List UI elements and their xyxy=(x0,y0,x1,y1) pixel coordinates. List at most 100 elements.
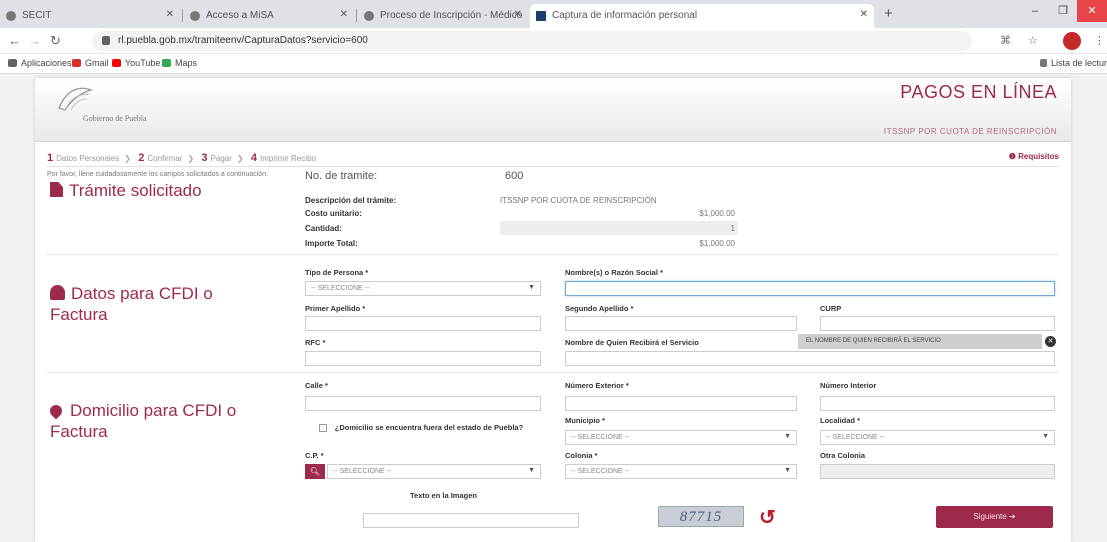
rfc-input[interactable] xyxy=(305,351,541,366)
quien-recibira-input[interactable] xyxy=(565,351,1055,366)
forward-arrow-icon[interactable]: → xyxy=(28,33,41,48)
numero-interior-input[interactable] xyxy=(820,396,1055,411)
otra-colonia-label: Otra Colonia xyxy=(820,451,866,460)
tab-title: SECIT xyxy=(22,10,52,21)
fuera-estado-checkbox[interactable] xyxy=(319,424,327,432)
cp-search-button[interactable]: 🔍︎ xyxy=(305,464,325,479)
otra-colonia-input xyxy=(820,464,1055,479)
tab-title: Acceso a MiSA xyxy=(206,10,274,21)
profile-avatar-icon[interactable] xyxy=(1063,32,1081,50)
lock-icon xyxy=(102,36,110,45)
browser-tab-active[interactable]: Captura de información personal ✕ xyxy=(530,4,874,28)
reading-list[interactable]: Lista de lectura xyxy=(1040,58,1107,68)
costo-unitario-label: Costo unitario: xyxy=(305,209,362,218)
star-icon[interactable]: ☆ xyxy=(1028,34,1038,47)
map-marker-icon xyxy=(47,402,65,420)
cp-label: C.P. * xyxy=(305,451,324,460)
chevron-right-icon: ❯ xyxy=(124,154,131,163)
reload-icon[interactable]: ↻ xyxy=(50,33,61,49)
step-item: 1 Datos Personales xyxy=(47,152,120,164)
step-item: 4 Imprimir Recibo xyxy=(250,152,316,164)
new-tab-button[interactable]: + xyxy=(884,5,893,22)
cantidad-value: 1 xyxy=(730,224,735,233)
siguiente-button[interactable]: Siguiente ➔ xyxy=(936,506,1053,528)
primer-apellido-input[interactable] xyxy=(305,316,541,331)
tab-close-icon[interactable]: ✕ xyxy=(166,9,174,20)
browser-toolbar: ← → ↻ rl.puebla.gob.mx/tramiteenv/Captur… xyxy=(0,28,1107,54)
minimize-button[interactable]: – xyxy=(1020,0,1050,22)
tab-close-icon[interactable]: ✕ xyxy=(860,9,868,20)
costo-unitario-value: $1,000.00 xyxy=(699,209,735,218)
tab-separator xyxy=(182,9,183,22)
curp-label: CURP xyxy=(820,304,842,313)
chevron-down-icon: ▼ xyxy=(528,284,535,291)
user-icon xyxy=(50,285,65,300)
browser-tab-bar: SECIT ✕ Acceso a MiSA ✕ Proceso de Inscr… xyxy=(0,0,1107,28)
tab-favicon-icon xyxy=(190,11,200,21)
refresh-captcha-icon[interactable]: ↺ xyxy=(759,505,776,530)
importe-total-label: Importe Total: xyxy=(305,239,358,248)
apps-grid-icon xyxy=(8,59,17,67)
primer-apellido-label: Primer Apellido * xyxy=(305,304,366,313)
requisitos-link[interactable]: ❶ Requisitos xyxy=(1009,152,1059,161)
captcha-input[interactable] xyxy=(363,513,579,528)
municipio-label: Municipio * xyxy=(565,416,605,425)
steps-divider xyxy=(47,166,1059,167)
cantidad-label: Cantidad: xyxy=(305,224,342,233)
numero-exterior-label: Número Exterior * xyxy=(565,381,629,390)
section-title-domicilio: Domicilio para CFDI o Factura xyxy=(47,400,280,442)
bookmark-maps[interactable]: Maps xyxy=(162,58,197,68)
menu-kebab-icon[interactable]: ⋮ xyxy=(1094,34,1105,47)
bookmark-youtube[interactable]: YouTube xyxy=(112,58,160,68)
search-icon: 🔍︎ xyxy=(309,467,321,476)
segundo-apellido-label: Segundo Apellido * xyxy=(565,304,634,313)
government-logo: Gobierno de Puebla xyxy=(55,84,175,132)
header-banner: Gobierno de Puebla PAGOS EN LÍNEA ITSSNP… xyxy=(35,78,1071,142)
gmail-icon xyxy=(72,59,81,67)
browser-tab[interactable]: Proceso de Inscripción - Médico ✕ xyxy=(358,4,528,28)
nombre-label: Nombre(s) o Razón Social * xyxy=(565,268,663,277)
logo-text: Gobierno de Puebla xyxy=(83,114,147,123)
section-title-cfdi: Datos para CFDI o Factura xyxy=(50,284,213,324)
close-window-button[interactable]: ✕ xyxy=(1077,0,1107,22)
municipio-select[interactable]: -- SELECCIONE -- ▼ xyxy=(565,430,797,445)
cp-select[interactable]: -- SELECCIONE -- ▼ xyxy=(327,464,541,479)
section-divider xyxy=(47,254,1059,255)
tab-close-icon[interactable]: ✕ xyxy=(340,9,348,20)
tooltip-close-icon[interactable]: ✕ xyxy=(1045,336,1056,347)
rfc-label: RFC * xyxy=(305,338,326,347)
descripcion-value: ITSSNP POR CUOTA DE REINSCRIPCIÓN xyxy=(500,196,657,205)
tab-close-icon[interactable]: ✕ xyxy=(514,9,522,20)
captcha-label: Texto en la Imagen xyxy=(410,491,477,500)
calle-input[interactable] xyxy=(305,396,541,411)
quien-recibira-label: Nombre de Quien Recibirá el Servicio xyxy=(565,338,699,347)
colonia-label: Colonia * xyxy=(565,451,598,460)
browser-tab[interactable]: Acceso a MiSA ✕ xyxy=(184,4,354,28)
back-arrow-icon[interactable]: ← xyxy=(8,33,21,48)
maps-pin-icon xyxy=(162,59,171,67)
segundo-apellido-input[interactable] xyxy=(565,316,797,331)
descripcion-label: Descripción del trámite: xyxy=(305,196,397,205)
tipo-persona-select[interactable]: -- SELECCIONE -- ▼ xyxy=(305,281,541,296)
maximize-button[interactable]: ❐ xyxy=(1048,0,1078,22)
chevron-down-icon: ▼ xyxy=(528,467,535,474)
curp-input[interactable] xyxy=(820,316,1055,331)
numero-interior-label: Número Interior xyxy=(820,381,877,390)
localidad-label: Localidad * xyxy=(820,416,861,425)
chevron-down-icon: ▼ xyxy=(1042,433,1049,440)
bookmark-apps[interactable]: Aplicaciones xyxy=(8,58,72,68)
translate-icon[interactable]: ⌘ xyxy=(1000,34,1011,47)
colonia-select[interactable]: -- SELECCIONE -- ▼ xyxy=(565,464,797,479)
localidad-select[interactable]: -- SELECCIONE -- ▼ xyxy=(820,430,1055,445)
address-bar[interactable]: rl.puebla.gob.mx/tramiteenv/CapturaDatos… xyxy=(92,31,972,51)
fuera-estado-label: ¿Domicilio se encuentra fuera del estado… xyxy=(334,423,524,432)
numero-exterior-input[interactable] xyxy=(565,396,797,411)
tab-separator xyxy=(356,9,357,22)
youtube-icon xyxy=(112,59,121,67)
nombre-input[interactable] xyxy=(565,281,1055,296)
page-subtitle: ITSSNP POR CUOTA DE REINSCRIPCIÓN xyxy=(883,127,1057,136)
section-divider xyxy=(47,372,1059,373)
browser-tab[interactable]: SECIT ✕ xyxy=(0,4,180,28)
bookmark-gmail[interactable]: Gmail xyxy=(72,58,109,68)
info-circle-icon: ❶ xyxy=(1008,152,1016,161)
